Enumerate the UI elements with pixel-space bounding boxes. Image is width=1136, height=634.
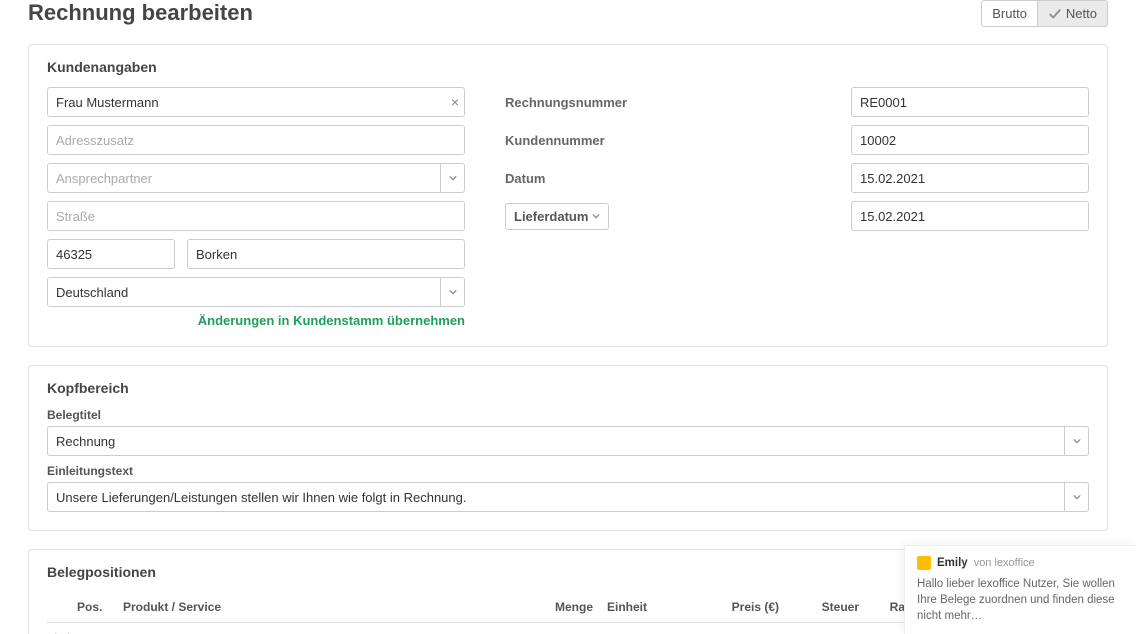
check-icon xyxy=(1048,7,1062,21)
chat-logo-icon xyxy=(917,556,931,570)
doc-title-caret-icon[interactable] xyxy=(1065,426,1089,456)
customer-panel: Kundenangaben × xyxy=(28,44,1108,347)
netto-button[interactable]: Netto xyxy=(1037,1,1107,26)
page-title: Rechnung bearbeiten xyxy=(28,0,253,26)
invoice-no-input[interactable] xyxy=(851,87,1089,117)
address-extra-input[interactable] xyxy=(47,125,465,155)
street-input[interactable] xyxy=(47,201,465,231)
doc-title-label: Belegtitel xyxy=(47,408,1089,422)
contact-select[interactable] xyxy=(47,163,441,193)
head-panel: Kopfbereich Belegtitel Einleitungstext xyxy=(28,365,1108,531)
city-input[interactable] xyxy=(187,239,465,269)
customer-no-label: Kundennummer xyxy=(505,133,605,148)
th-qty: Menge xyxy=(537,600,593,614)
apply-customer-link[interactable]: Änderungen in Kundenstamm übernehmen xyxy=(47,313,465,328)
intro-caret-icon[interactable] xyxy=(1065,482,1089,512)
head-section-title: Kopfbereich xyxy=(47,380,1089,396)
country-select[interactable] xyxy=(47,277,441,307)
th-product: Produkt / Service xyxy=(123,600,537,614)
customer-name-input[interactable] xyxy=(47,87,465,117)
gross-net-toggle[interactable]: Brutto Netto xyxy=(981,0,1108,27)
th-pos: Pos. xyxy=(77,600,123,614)
intro-label: Einleitungstext xyxy=(47,464,1089,478)
contact-caret-icon[interactable] xyxy=(441,163,465,193)
delivery-date-input[interactable] xyxy=(851,201,1089,231)
chat-widget[interactable]: Emily von lexoffice Hallo lieber lexoffi… xyxy=(904,545,1136,634)
zip-input[interactable] xyxy=(47,239,175,269)
customer-no-input[interactable] xyxy=(851,125,1089,155)
th-price: Preis (€) xyxy=(669,600,779,614)
netto-label: Netto xyxy=(1066,6,1097,21)
delivery-date-button[interactable]: Lieferdatum xyxy=(505,203,609,230)
brutto-button[interactable]: Brutto xyxy=(982,1,1037,26)
chat-name: Emily xyxy=(937,557,968,569)
country-caret-icon[interactable] xyxy=(441,277,465,307)
doc-title-input[interactable] xyxy=(47,426,1065,456)
customer-section-title: Kundenangaben xyxy=(47,59,1089,75)
date-label: Datum xyxy=(505,171,545,186)
th-tax: Steuer xyxy=(779,600,859,614)
intro-input[interactable] xyxy=(47,482,1065,512)
th-unit: Einheit xyxy=(593,600,669,614)
invoice-no-label: Rechnungsnummer xyxy=(505,95,627,110)
chevron-down-icon xyxy=(592,212,600,220)
chat-from: von lexoffice xyxy=(974,557,1035,569)
chat-body: Hallo lieber lexoffice Nutzer, Sie wolle… xyxy=(917,576,1124,624)
clear-customer-icon[interactable]: × xyxy=(451,94,459,110)
delivery-date-label: Lieferdatum xyxy=(514,209,588,224)
date-input[interactable] xyxy=(851,163,1089,193)
